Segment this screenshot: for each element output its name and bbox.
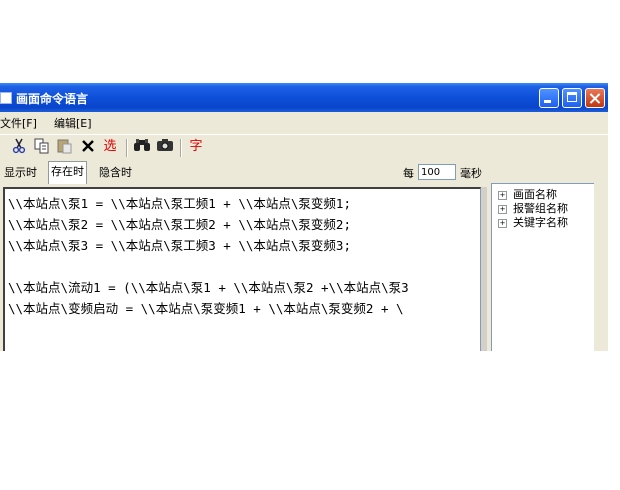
code-line: \\本站点\变频启动 = \\本站点\泵变频1 + \\本站点\泵变频2 + \ — [8, 301, 404, 316]
tab-display[interactable]: 显示时 — [2, 163, 39, 183]
copy-icon[interactable] — [33, 138, 51, 156]
code-line: \\本站点\泵2 = \\本站点\泵工频2 + \\本站点\泵变频2; — [8, 217, 351, 232]
interval-unit: 毫秒 — [460, 167, 482, 180]
toolbar: 选 字 — [0, 134, 608, 161]
minimize-button[interactable] — [539, 88, 559, 108]
expand-plus-icon[interactable]: + — [498, 190, 507, 200]
binoculars-icon[interactable] — [132, 138, 152, 156]
delete-x-icon[interactable] — [79, 138, 97, 156]
scissors-icon[interactable] — [10, 138, 28, 156]
font-button[interactable]: 字 — [186, 138, 206, 156]
maximize-button[interactable] — [562, 88, 582, 108]
tab-exist[interactable]: 存在时 — [48, 161, 87, 184]
toolbar-separator — [126, 139, 128, 157]
code-line: \\本站点\泵3 = \\本站点\泵工频3 + \\本站点\泵变频3; — [8, 238, 351, 253]
menu-bar: 文件[F] 编辑[E] — [0, 112, 608, 132]
code-line: \\本站点\泵1 = \\本站点\泵工频1 + \\本站点\泵变频1; — [8, 196, 351, 211]
close-button[interactable] — [585, 88, 605, 108]
paste-icon[interactable] — [56, 138, 74, 156]
window-icon — [0, 92, 12, 104]
tree-scrollbar[interactable] — [594, 183, 608, 351]
command-language-window: 画面命令语言 文件[F] 编辑[E] 选 字 显示时 存在时 隐含时 每 100… — [0, 83, 608, 351]
interval-prefix: 每 — [403, 167, 414, 180]
camera-icon[interactable] — [155, 138, 175, 156]
toolbar-separator — [180, 139, 182, 157]
script-editor[interactable]: \\本站点\泵1 = \\本站点\泵工频1 + \\本站点\泵变频1; \\本站… — [3, 187, 481, 351]
expand-plus-icon[interactable]: + — [498, 204, 507, 214]
tab-hidden[interactable]: 隐含时 — [97, 163, 134, 183]
window-title: 画面命令语言 — [16, 92, 89, 106]
editor-scrollbar[interactable] — [481, 187, 487, 351]
interval-input[interactable]: 100 — [418, 164, 456, 180]
menu-file[interactable]: 文件[F] — [0, 115, 37, 131]
expand-plus-icon[interactable]: + — [498, 218, 507, 228]
menu-edit[interactable]: 编辑[E] — [54, 115, 92, 131]
tree-item-keywords[interactable]: + 关键字名称 — [498, 214, 568, 230]
title-bar[interactable]: 画面命令语言 — [0, 83, 608, 112]
code-line: \\本站点\流动1 = (\\本站点\泵1 + \\本站点\泵2 +\\本站点\… — [8, 280, 409, 295]
select-button[interactable]: 选 — [100, 138, 120, 156]
name-tree: + 画面名称 + 报警组名称 + 关键字名称 — [491, 183, 595, 351]
